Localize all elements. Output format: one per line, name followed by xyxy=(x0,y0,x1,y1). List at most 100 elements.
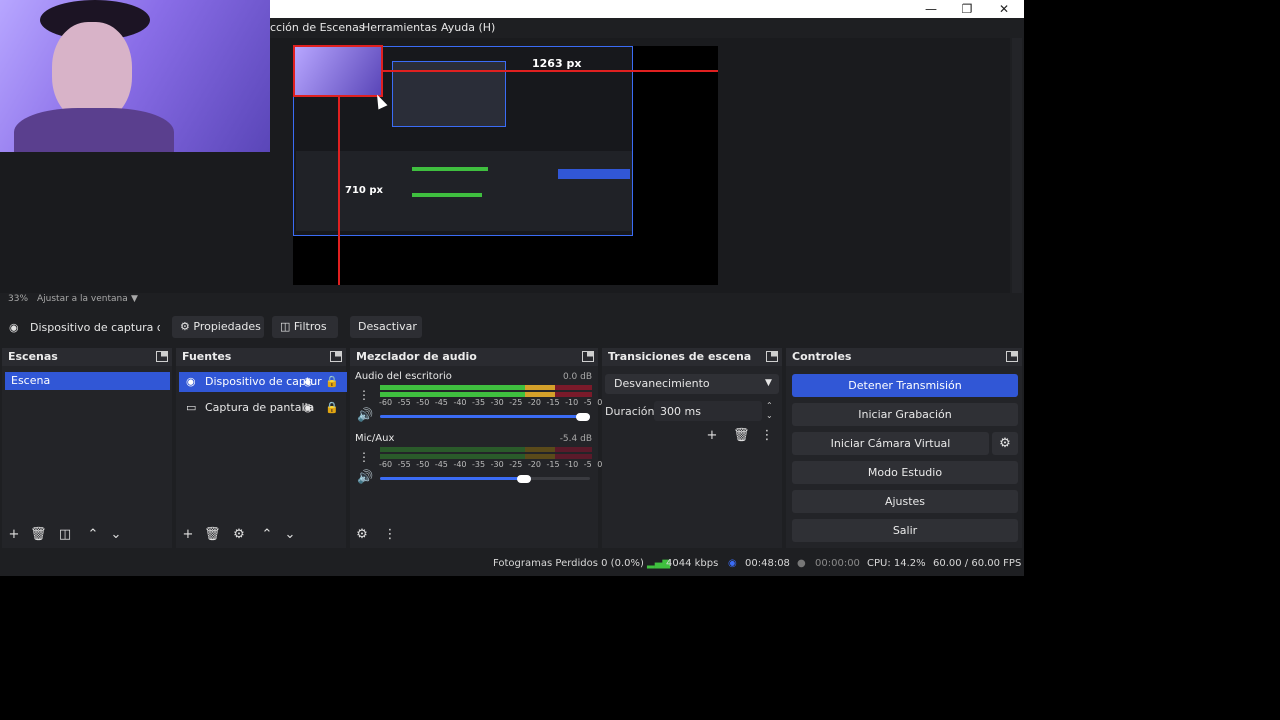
preview-scrollbar[interactable] xyxy=(1012,38,1022,294)
gear-icon[interactable]: ⚙ xyxy=(355,528,369,542)
undock-icon[interactable] xyxy=(156,351,168,362)
sources-title: Fuentes xyxy=(182,350,232,363)
speaker-icon[interactable]: 🔊 xyxy=(357,409,373,423)
arrow-up-icon[interactable]: ⌃ xyxy=(86,528,100,542)
sources-dock-header: Fuentes xyxy=(176,348,346,366)
trash-icon[interactable]: 🗑 xyxy=(30,528,47,542)
audio-mixer-title: Mezclador de audio xyxy=(356,350,477,363)
arrow-down-icon[interactable]: ⌄ xyxy=(283,528,297,542)
close-icon[interactable]: ✕ xyxy=(986,0,1022,18)
start-virtual-camera-button[interactable]: Iniciar Cámara Virtual xyxy=(792,432,989,455)
properties-button[interactable]: ⚙ Propiedades xyxy=(172,316,264,338)
kebab-menu-icon[interactable]: ⋮ xyxy=(357,388,371,402)
eye-icon[interactable]: ◉ xyxy=(303,398,313,418)
kebab-menu-icon[interactable]: ⋮ xyxy=(383,528,397,542)
zoom-mode[interactable]: Ajustar a la ventana xyxy=(37,294,128,304)
channel-name: Mic/Aux xyxy=(355,433,395,444)
speaker-icon[interactable]: 🔊 xyxy=(357,471,373,485)
transitions-title: Transiciones de escena xyxy=(608,350,752,363)
menu-scene-collection[interactable]: cción de Escenas xyxy=(270,20,365,36)
webcam-overlay xyxy=(0,0,270,152)
transitions-dock-header: Transiciones de escena xyxy=(602,348,782,366)
undock-icon[interactable] xyxy=(330,351,342,362)
arrow-up-icon[interactable]: ⌃ xyxy=(260,528,274,542)
volume-meter xyxy=(380,392,592,397)
duration-input[interactable]: 300 ms xyxy=(654,401,762,421)
controls-title: Controles xyxy=(792,350,852,363)
volume-slider-fill xyxy=(380,477,531,480)
height-guide-label: 710 px xyxy=(345,185,383,196)
arrow-down-icon[interactable]: ⌄ xyxy=(109,528,123,542)
meter-green xyxy=(380,385,525,390)
zoom-level: 33% xyxy=(8,294,29,304)
duration-stepper[interactable]: ⌃ ⌄ xyxy=(766,401,773,421)
minimize-icon[interactable]: — xyxy=(913,0,949,18)
meter-red xyxy=(555,385,592,390)
volume-meter xyxy=(380,447,592,452)
webcam-source-thumbnail[interactable] xyxy=(293,45,383,97)
audio-mixer-dock-header: Mezclador de audio xyxy=(350,348,598,366)
meter-red xyxy=(555,447,592,452)
volume-meter xyxy=(380,454,592,459)
meter-red xyxy=(555,454,592,459)
meter-red xyxy=(555,392,592,397)
record-icon: ● xyxy=(797,558,806,569)
undock-icon[interactable] xyxy=(582,351,594,362)
restore-icon[interactable]: ❐ xyxy=(949,0,985,18)
stream-icon: ◉ xyxy=(728,558,737,569)
meter-green xyxy=(380,454,525,459)
filter-icon[interactable]: ◫ xyxy=(58,528,72,542)
sources-toolbar: + 🗑 ⚙ ⌃ ⌄ xyxy=(176,522,346,548)
volume-meter xyxy=(380,385,592,390)
nested-meter xyxy=(412,193,482,197)
settings-button[interactable]: Ajustes xyxy=(792,490,1018,513)
source-item[interactable]: ▭ Captura de pantalla ◉ 🔒 xyxy=(179,398,347,418)
trash-icon[interactable]: 🗑 xyxy=(204,528,221,542)
kebab-menu-icon[interactable]: ⋮ xyxy=(357,450,371,464)
dropped-frames: Fotogramas Perdidos 0 (0.0%) xyxy=(493,558,644,569)
filters-button[interactable]: ◫ Filtros xyxy=(272,316,338,338)
deactivate-button[interactable]: Desactivar xyxy=(350,316,422,338)
monitor-icon: ▭ xyxy=(186,401,197,414)
camera-icon: ◉ xyxy=(9,321,19,334)
transition-select[interactable]: Desvanecimiento ▼ xyxy=(605,374,779,394)
undock-icon[interactable] xyxy=(1006,351,1018,362)
lock-icon[interactable]: 🔒 xyxy=(325,398,339,418)
meter-yellow xyxy=(525,454,555,459)
gear-icon[interactable]: ⚙ xyxy=(232,528,246,542)
chevron-down-icon: ▼ xyxy=(765,378,772,388)
eye-icon[interactable]: ◉ xyxy=(303,372,313,392)
volume-slider-knob[interactable] xyxy=(517,475,531,483)
sources-dock: Fuentes ◉ Dispositivo de captur ◉ 🔒 ▭ Ca… xyxy=(176,348,347,548)
start-recording-button[interactable]: Iniciar Grabación xyxy=(792,403,1018,426)
kebab-menu-icon[interactable]: ⋮ xyxy=(760,429,774,443)
stop-streaming-button[interactable]: Detener Transmisión xyxy=(792,374,1018,397)
gear-icon[interactable]: ⚙ xyxy=(992,432,1018,455)
menu-help[interactable]: Ayuda (H) xyxy=(441,20,495,36)
controls-dock: Controles Detener Transmisión Iniciar Gr… xyxy=(786,348,1022,548)
exit-button[interactable]: Salir xyxy=(792,519,1018,542)
trash-icon[interactable]: 🗑 xyxy=(733,429,750,443)
add-icon[interactable]: + xyxy=(7,528,21,542)
audio-mixer-toolbar: ⚙ ⋮ xyxy=(350,522,598,548)
menu-tools[interactable]: Herramientas xyxy=(362,20,437,36)
gear-icon: ⚙ xyxy=(180,320,190,333)
bitrate: 4044 kbps xyxy=(666,558,719,569)
scene-item[interactable]: Escena xyxy=(5,372,170,390)
studio-mode-button[interactable]: Modo Estudio xyxy=(792,461,1018,484)
channel-name: Audio del escritorio xyxy=(355,371,452,382)
record-time: 00:00:00 xyxy=(815,558,860,569)
volume-slider-knob[interactable] xyxy=(576,413,590,421)
channel-db: -5.4 dB xyxy=(559,434,592,444)
width-guide-label: 1263 px xyxy=(532,57,582,70)
undock-icon[interactable] xyxy=(766,351,778,362)
add-icon[interactable]: + xyxy=(705,429,719,443)
chevron-down-icon[interactable]: ▼ xyxy=(131,294,138,304)
add-icon[interactable]: + xyxy=(181,528,195,542)
scenes-dock-header: Escenas xyxy=(2,348,172,366)
source-item[interactable]: ◉ Dispositivo de captur ◉ 🔒 xyxy=(179,372,347,392)
stream-time: 00:48:08 xyxy=(745,558,790,569)
lock-icon[interactable]: 🔒 xyxy=(325,372,339,392)
shoulder-shape xyxy=(14,108,174,152)
meter-yellow xyxy=(525,447,555,452)
